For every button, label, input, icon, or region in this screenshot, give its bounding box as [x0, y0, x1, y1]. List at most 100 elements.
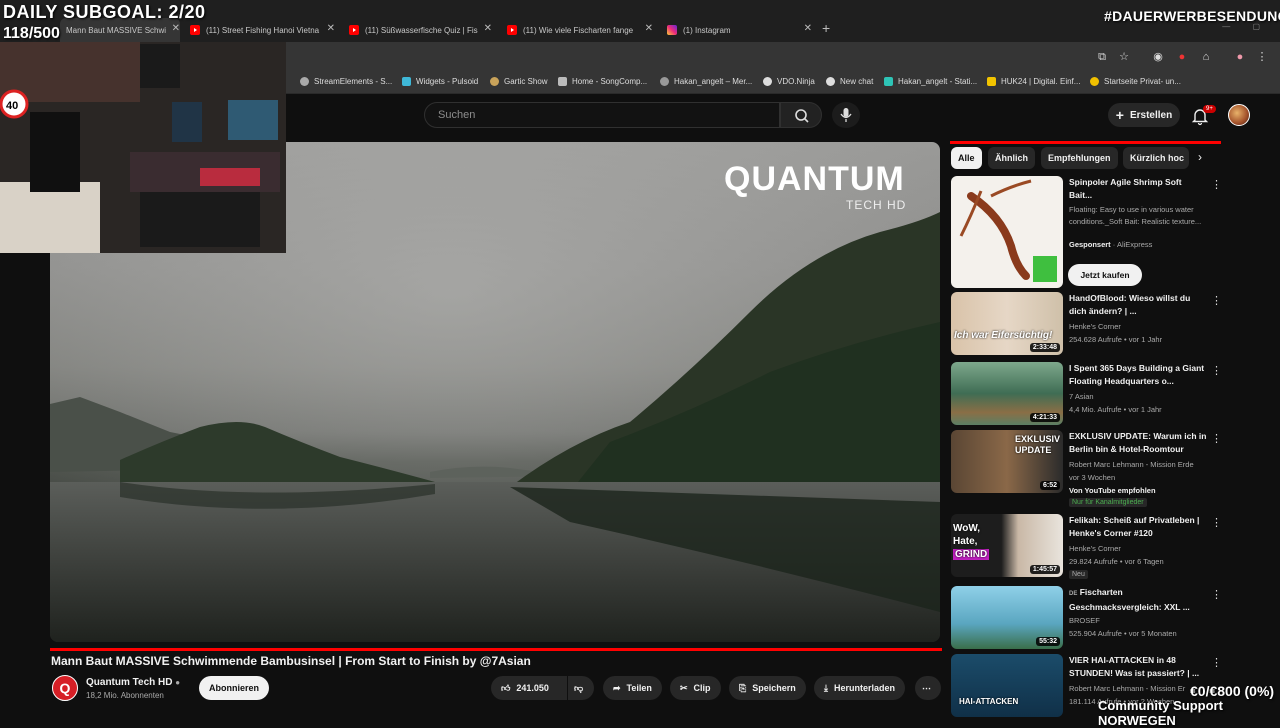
more-vert-icon[interactable]: ⋮ — [1211, 294, 1222, 307]
rec-title: Felikah: Scheiß auf Privatleben | Henke'… — [1069, 515, 1200, 538]
save-button[interactable]: ⎘ Speichern — [729, 676, 806, 700]
rec-meta: vor 3 Wochen — [1069, 473, 1116, 482]
bookmark-item[interactable]: HUK24 | Digital. Einf... — [987, 77, 1080, 86]
more-actions-button[interactable]: ⋯ — [915, 676, 941, 700]
chip-recommendations[interactable]: Empfehlungen — [1041, 147, 1118, 169]
close-icon[interactable]: ✕ — [172, 23, 180, 34]
puzzle-icon[interactable]: ⌂ — [1200, 51, 1212, 63]
notification-badge: 9+ — [1203, 105, 1216, 113]
channel-name[interactable]: Quantum Tech HD ● — [86, 677, 180, 688]
list-item[interactable]: WoW, Hate, GRIND 1:45:57 Felikah: Scheiß… — [951, 514, 1222, 580]
extension-icon[interactable]: ◉ — [1152, 51, 1164, 63]
buy-now-button[interactable]: Jetzt kaufen — [1068, 264, 1142, 286]
tab-label: Mann Baut MASSIVE Schwi — [66, 25, 167, 35]
bookmark-item[interactable]: Home - SongComp... — [558, 77, 647, 86]
rec-meta: 4,4 Mio. Aufrufe • vor 1 Jahr — [1069, 405, 1162, 414]
video-thumbnail: Ich war Eifersüchtig! 2:33:48 — [951, 292, 1063, 355]
bookmark-icon: ⎘ — [739, 682, 747, 693]
tab-fischarten[interactable]: (11) Wie viele Fischarten fange ✕ — [507, 18, 653, 42]
bookmark-item[interactable]: Gartic Show — [490, 77, 548, 86]
channel-watermark-sub: TECH HD — [846, 198, 907, 212]
duration: 55:32 — [1036, 637, 1060, 646]
extension-icon[interactable]: ● — [1176, 51, 1188, 63]
more-vert-icon[interactable]: ⋮ — [1211, 432, 1222, 445]
chip-similar[interactable]: Ähnlich — [988, 147, 1035, 169]
bookmark-item[interactable]: Widgets - Pulsoid — [402, 77, 478, 86]
new-tab-button[interactable]: + — [822, 20, 830, 36]
like-count: 241.050 — [516, 683, 549, 693]
more-vert-icon[interactable]: ⋮ — [1211, 516, 1222, 529]
bookmark-item[interactable]: StreamElements - S... — [300, 77, 392, 86]
download-button[interactable]: ⤓ Herunterladen — [814, 676, 905, 700]
more-vert-icon[interactable]: ⋮ — [1211, 588, 1222, 601]
list-item[interactable]: EXKLUSIV UPDATE 6:52 EXKLUSIV UPDATE: Wa… — [951, 430, 1222, 510]
rec-title: EXKLUSIV UPDATE: Warum ich in Berlin bin… — [1069, 431, 1207, 454]
chip-recent[interactable]: Kürzlich hoc — [1123, 147, 1189, 169]
rec-channel: Robert Marc Lehmann - Mission Erde — [1069, 460, 1194, 469]
rec-title: VIER HAI-ATTACKEN in 48 STUNDEN! Was ist… — [1069, 655, 1200, 678]
channel-avatar[interactable]: Q — [52, 675, 78, 701]
subscribe-button[interactable]: Abonnieren — [199, 676, 269, 700]
menu-icon[interactable]: ⋮ — [1256, 51, 1268, 63]
webcam-overlay: 40 — [0, 42, 286, 253]
close-icon[interactable]: ✕ — [804, 23, 812, 34]
tab-label: (11) Street Fishing Hanoi Vietna — [206, 25, 320, 35]
youtube-icon — [190, 25, 200, 35]
members-only-badge: Nur für Kanalmitglieder — [1069, 498, 1147, 507]
video-thumbnail: 4:21:33 — [951, 362, 1063, 425]
download-icon: ⤓ — [824, 682, 828, 693]
bookmark-item[interactable]: New chat — [826, 77, 873, 86]
tab-quiz[interactable]: (11) Süßwasserfische Quiz | Fis ✕ — [349, 18, 492, 42]
close-icon[interactable]: ✕ — [327, 23, 335, 34]
duration: 4:21:33 — [1029, 413, 1060, 422]
svg-text:40: 40 — [6, 100, 18, 112]
scissors-icon: ✂ — [680, 682, 688, 693]
sponsored-item[interactable]: Spinpoler Agile Shrimp Soft Bait... Floa… — [951, 176, 1222, 288]
video-thumbnail: HAI-ATTACKEN — [951, 654, 1063, 717]
subcount-overlay: 118/500 — [3, 25, 60, 42]
tab-instagram[interactable]: (1) Instagram ✕ — [667, 18, 812, 42]
bookmark-item[interactable]: Startseite Privat- un... — [1090, 77, 1181, 86]
tab-street-fishing[interactable]: (11) Street Fishing Hanoi Vietna ✕ — [190, 18, 335, 42]
list-item[interactable]: 55:32 DE Fischarten Geschmacksvergleich:… — [951, 586, 1222, 652]
new-badge: Neu — [1069, 570, 1088, 579]
avatar[interactable] — [1228, 104, 1250, 126]
chip-all[interactable]: Alle — [951, 147, 982, 169]
rec-title: DE Fischarten Geschmacksvergleich: XXL .… — [1069, 587, 1190, 612]
ad-sponsor: Gesponsert · AliExpress — [1069, 240, 1153, 249]
more-vert-icon[interactable]: ⋮ — [1211, 656, 1221, 669]
video-thumbnail: 55:32 — [951, 586, 1063, 649]
create-button[interactable]: + Erstellen — [1108, 103, 1180, 127]
donation-goal: €0/€800 (0%) — [1190, 683, 1275, 699]
clip-button[interactable]: ✂ Clip — [670, 676, 721, 700]
bookmark-item[interactable]: Hakan_angelt – Mer... — [660, 77, 752, 86]
search-button[interactable] — [780, 102, 822, 128]
install-icon[interactable]: ⧉ — [1096, 51, 1108, 63]
more-vert-icon[interactable]: ⋮ — [1211, 364, 1222, 377]
more-vert-icon[interactable]: ⋮ — [1211, 178, 1222, 191]
close-icon[interactable]: ✕ — [484, 23, 492, 34]
subscriber-count: 18,2 Mio. Abonnenten — [86, 691, 164, 700]
chevron-right-icon[interactable]: › — [1198, 150, 1202, 164]
plus-icon: + — [1115, 107, 1124, 123]
bookmark-star-icon[interactable]: ☆ — [1118, 51, 1130, 63]
subgoal-overlay: DAILY SUBGOAL: 2/20 — [3, 2, 206, 22]
bookmark-item[interactable]: VDO.Ninja — [763, 77, 815, 86]
like-button[interactable]: 👍︎ 241.050 — [491, 676, 567, 700]
voice-search-button[interactable] — [832, 102, 860, 128]
share-button[interactable]: ➦ Teilen — [603, 676, 662, 700]
close-icon[interactable]: ✕ — [645, 23, 653, 34]
bookmark-item[interactable]: Hakan_angelt - Stati... — [884, 77, 977, 86]
verified-icon: ● — [175, 678, 181, 687]
rec-channel: Henke's Corner — [1069, 544, 1121, 553]
list-item[interactable]: Ich war Eifersüchtig! 2:33:48 HandOfBloo… — [951, 292, 1222, 358]
rec-title: I Spent 365 Days Building a Giant Floati… — [1069, 363, 1205, 386]
dislike-button[interactable]: 👎︎ — [568, 676, 594, 700]
list-item[interactable]: 4:21:33 I Spent 365 Days Building a Gian… — [951, 362, 1222, 428]
rec-channel: Henke's Corner — [1069, 322, 1121, 331]
search-input[interactable]: Suchen — [424, 102, 780, 128]
rec-title: HandOfBlood: Wieso willst du dich ändern… — [1069, 293, 1191, 316]
profile-icon[interactable]: ● — [1234, 51, 1246, 63]
ad-thumbnail — [951, 176, 1063, 288]
video-progress-bar[interactable] — [50, 648, 942, 651]
